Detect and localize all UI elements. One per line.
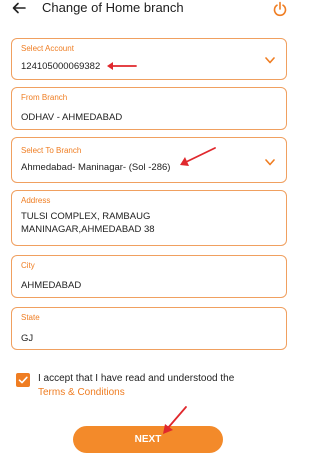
from-branch-field: From Branch ODHAV - AHMEDABAD (11, 87, 287, 130)
arrow-left-icon[interactable] (12, 1, 26, 15)
address-label: Address (21, 196, 51, 205)
select-account-value: 124105000069382 (21, 61, 101, 72)
select-account-dropdown[interactable]: Select Account 124105000069382 (11, 38, 287, 80)
app-header: Change of Home branch (0, 0, 300, 24)
checkmark-icon (18, 376, 28, 384)
state-field: State GJ (11, 307, 287, 350)
chevron-down-icon[interactable] (265, 57, 275, 64)
terms-checkbox[interactable] (16, 373, 30, 387)
power-icon[interactable] (272, 1, 288, 17)
annotation-arrow-icon (180, 147, 216, 166)
annotation-arrow-icon (107, 62, 137, 70)
annotation-arrow-icon (163, 406, 187, 434)
city-value: AHMEDABAD (21, 280, 82, 291)
address-line-1: TULSI COMPLEX, RAMBAUG (21, 211, 151, 222)
state-value: GJ (21, 333, 34, 344)
select-account-label: Select Account (21, 44, 74, 53)
address-field: Address TULSI COMPLEX, RAMBAUG MANINAGAR… (11, 190, 287, 246)
select-to-branch-dropdown[interactable]: Select To Branch Ahmedabad- Maninagar- (… (11, 137, 287, 183)
city-label: City (21, 261, 35, 270)
address-line-2: MANINAGAR,AHMEDABAD 38 (21, 224, 155, 235)
select-to-branch-value: Ahmedabad- Maninagar- (Sol -286) (21, 162, 171, 173)
page-title: Change of Home branch (42, 0, 184, 15)
city-field: City AHMEDABAD (11, 255, 287, 298)
chevron-down-icon[interactable] (265, 159, 275, 166)
from-branch-label: From Branch (21, 93, 68, 102)
terms-link[interactable]: Terms & Conditions (38, 387, 125, 398)
next-button[interactable]: NEXT (73, 426, 223, 453)
consent-text: I accept that I have read and understood… (38, 373, 235, 384)
from-branch-value: ODHAV - AHMEDABAD (21, 112, 123, 123)
select-to-branch-label: Select To Branch (21, 146, 82, 155)
state-label: State (21, 313, 40, 322)
